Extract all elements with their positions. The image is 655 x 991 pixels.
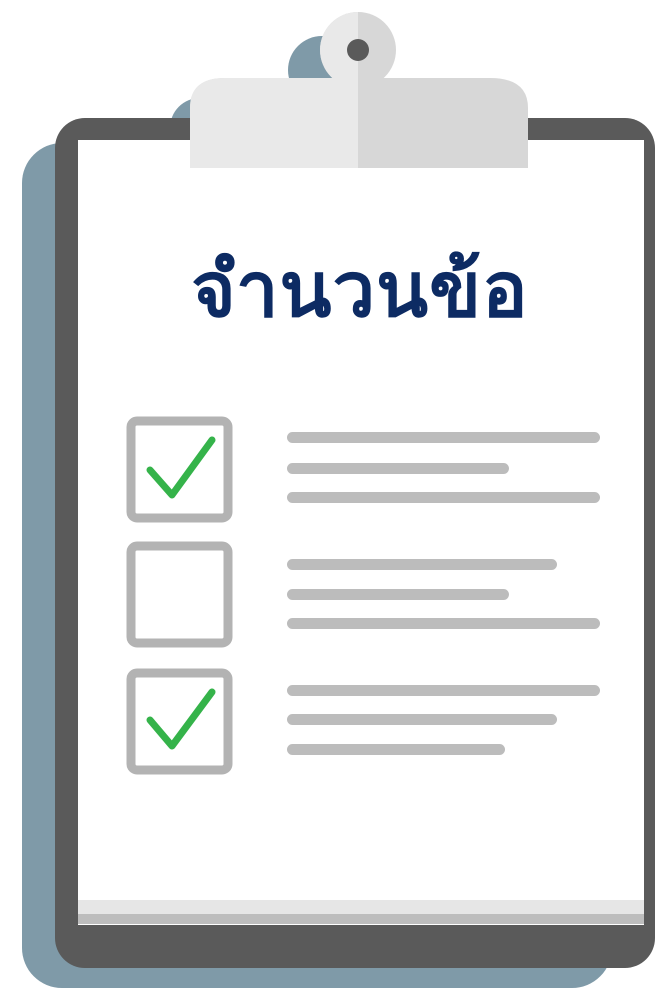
page-title: จำนวนข้อ xyxy=(191,245,529,334)
checkbox-3 xyxy=(126,668,233,775)
text-line xyxy=(287,559,557,570)
checkbox-2 xyxy=(126,541,233,648)
text-line xyxy=(287,744,505,755)
checkbox-1 xyxy=(126,416,233,523)
text-line xyxy=(287,714,557,725)
clipboard-clip-icon xyxy=(190,12,528,168)
paper-bottom-edge xyxy=(78,900,644,914)
text-line xyxy=(287,685,600,696)
paper-bottom-edge-dark xyxy=(78,914,644,924)
clipboard-illustration: จำนวนข้อ xyxy=(0,0,655,991)
text-line xyxy=(287,463,509,474)
clipboard-graphic xyxy=(22,12,655,988)
text-line xyxy=(287,589,509,600)
text-line xyxy=(287,492,600,503)
text-line xyxy=(287,432,600,443)
text-line xyxy=(287,618,600,629)
